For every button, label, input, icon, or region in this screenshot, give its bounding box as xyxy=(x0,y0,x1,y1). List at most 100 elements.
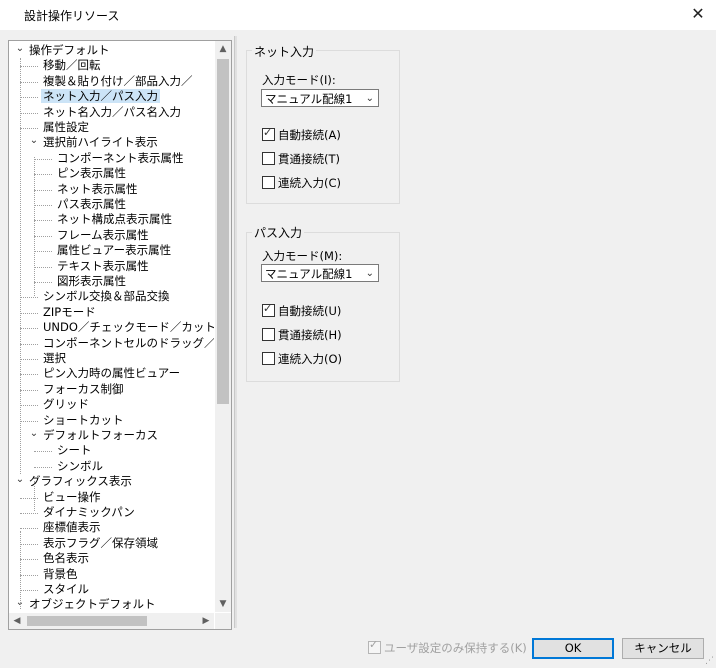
tree-item-label: デフォルトフォーカス xyxy=(43,428,158,442)
settings-tree[interactable]: 操作デフォルト ⌄ 移動／回転 複製＆貼り付け／部品入力／ ネット入力／パス入力 ネット名… xyxy=(8,40,232,630)
tree-item[interactable]: ピン表示属性 xyxy=(55,166,128,181)
path-check-auto-connect[interactable]: ✓ 自動接続(U) xyxy=(262,302,341,319)
title-bar: 設計操作リソース ✕ xyxy=(0,0,716,30)
path-check-through-connect[interactable]: 貫通接続(H) xyxy=(262,327,342,343)
tree-connector xyxy=(20,528,38,530)
tree-item[interactable]: グリッド xyxy=(41,397,91,412)
tree-connector xyxy=(34,282,52,283)
scroll-left-icon[interactable]: ◀ xyxy=(9,613,25,629)
tree-item[interactable]: デフォルトフォーカス xyxy=(41,428,160,443)
tree-connector xyxy=(34,235,52,237)
scroll-up-icon[interactable]: ▲ xyxy=(215,41,231,57)
resize-grip-icon[interactable]: ⋰ xyxy=(705,656,714,666)
tree-connector xyxy=(20,328,38,330)
tree-item[interactable]: 表示フラグ／保存領域 xyxy=(41,536,160,551)
checkbox-icon xyxy=(262,328,275,341)
tree-item[interactable]: ショートカット xyxy=(41,413,126,428)
tree-item-label: パス表示属性 xyxy=(57,197,126,211)
checkbox-icon xyxy=(262,152,275,165)
tree-item[interactable]: ピン入力時の属性ビュアー xyxy=(41,366,182,381)
horizontal-scroll-thumb[interactable] xyxy=(27,616,147,626)
checkbox-icon: ✓ xyxy=(262,302,275,317)
expand-chevron-icon[interactable]: ⌄ xyxy=(15,41,25,56)
tree-item[interactable]: 選択前ハイライト表示 xyxy=(41,135,160,150)
path-input-group-title: パス入力 xyxy=(252,224,305,241)
tree-item-label: テキスト表示属性 xyxy=(57,258,149,273)
tree-item[interactable]: スタイル xyxy=(41,582,91,597)
tree-item[interactable]: 移動／回転 xyxy=(41,58,103,73)
tree-connector xyxy=(20,312,38,314)
tree-item[interactable]: パス表示属性 xyxy=(55,197,128,212)
tree-item[interactable]: ビュー操作 xyxy=(41,490,103,505)
tree-item[interactable]: ネット構成点表示属性 xyxy=(55,212,174,227)
tree-item[interactable]: 複製＆貼り付け／部品入力／ xyxy=(41,74,195,89)
tree-item[interactable]: シンボル交換＆部品交換 xyxy=(41,289,172,304)
tree-item[interactable]: UNDO／チェックモード／カットバ xyxy=(41,320,214,335)
tree-item[interactable]: オブジェクトデフォルト xyxy=(27,597,158,612)
tree-item-label: フレーム表示属性 xyxy=(57,227,149,242)
tree-vertical-scrollbar[interactable]: ▲ ▼ xyxy=(215,41,231,612)
tree-item[interactable]: フォーカス制御 xyxy=(41,382,126,397)
tree-item[interactable]: テキスト表示属性 xyxy=(55,259,151,274)
tree-connector xyxy=(34,205,52,206)
net-check-through-connect[interactable]: 貫通接続(T) xyxy=(262,151,340,167)
tree-item[interactable]: 属性ビュアー表示属性 xyxy=(55,243,173,258)
tree-item[interactable]: 操作デフォルト xyxy=(27,43,112,58)
keep-user-settings-checkbox[interactable]: ✓ ユーザ設定のみ保持する(K) xyxy=(368,638,527,656)
net-check-continuous-input[interactable]: 連続入力(C) xyxy=(262,175,341,191)
tree-item[interactable]: ネット名入力／パス名入力 xyxy=(41,105,183,120)
tree-horizontal-scrollbar[interactable]: ◀ ▶ xyxy=(9,613,214,629)
tree-item-label: 図形表示属性 xyxy=(57,274,126,288)
path-check-continuous-input[interactable]: 連続入力(O) xyxy=(262,351,342,367)
tree-item-label: 複製＆貼り付け／部品入力／ xyxy=(43,73,193,88)
tree-item-label: グラフィックス表示 xyxy=(29,474,132,489)
tree-item[interactable]: シート xyxy=(55,443,94,458)
vertical-scroll-thumb[interactable] xyxy=(217,59,229,404)
tree-connector xyxy=(34,466,52,468)
net-mode-select[interactable]: マニュアル配線1 ⌄ xyxy=(261,89,379,107)
close-icon[interactable]: ✕ xyxy=(684,2,712,26)
tree-item-label: オブジェクトデフォルト xyxy=(29,597,156,612)
scroll-down-icon[interactable]: ▼ xyxy=(215,596,231,612)
expand-chevron-icon[interactable]: ⌄ xyxy=(29,426,39,441)
tree-item[interactable]: 図形表示属性 xyxy=(55,274,128,289)
tree-item[interactable]: 選択 xyxy=(41,351,68,366)
tree-item[interactable]: グラフィックス表示 xyxy=(27,474,134,489)
pane-divider[interactable] xyxy=(234,36,237,628)
tree-item[interactable]: ネット入力／パス入力 xyxy=(41,89,160,104)
net-check-auto-connect[interactable]: ✓ 自動接続(A) xyxy=(262,126,341,143)
tree-item[interactable]: 座標値表示 xyxy=(41,520,103,535)
tree-connector xyxy=(34,266,52,268)
tree-item-label: 背景色 xyxy=(43,566,78,581)
ok-button[interactable]: OK xyxy=(532,638,614,659)
tree-item[interactable]: フレーム表示属性 xyxy=(55,228,151,243)
tree-item[interactable]: ZIPモード xyxy=(41,305,98,320)
tree-item-label: 操作デフォルト xyxy=(29,43,110,57)
tree-item-label: グリッド xyxy=(43,397,89,412)
tree-item[interactable]: シンボル xyxy=(55,459,105,474)
path-mode-select[interactable]: マニュアル配線1 ⌄ xyxy=(261,264,379,282)
tree-item[interactable]: コンポーネント表示属性 xyxy=(55,151,186,166)
tree-connector xyxy=(20,81,38,83)
tree-connector xyxy=(34,189,52,191)
tree-item-label: コンポーネントセルのドラッグ／スト xyxy=(43,335,214,350)
tree-item-label: シンボル交換＆部品交換 xyxy=(43,289,170,304)
tree-connector xyxy=(20,590,38,591)
tree-item[interactable]: ネット表示属性 xyxy=(55,182,140,197)
expand-chevron-icon[interactable]: ⌄ xyxy=(29,133,39,148)
tree-item-label: 選択 xyxy=(43,351,66,365)
tree-item-label: ピン表示属性 xyxy=(57,166,126,181)
tree-item[interactable]: ダイナミックパン xyxy=(41,505,137,520)
scroll-right-icon[interactable]: ▶ xyxy=(198,613,214,629)
tree-connector xyxy=(20,497,38,499)
tree-connector xyxy=(34,481,35,511)
tree-item[interactable]: 属性設定 xyxy=(41,120,91,135)
tree-item[interactable]: 色名表示 xyxy=(41,551,91,566)
tree-item-label: 色名表示 xyxy=(43,551,89,566)
net-mode-value: マニュアル配線1 xyxy=(265,92,353,106)
cancel-button[interactable]: キャンセル xyxy=(622,638,704,659)
expand-chevron-icon[interactable]: ⌄ xyxy=(15,472,25,487)
tree-item[interactable]: 背景色 xyxy=(41,567,80,582)
net-input-group-title: ネット入力 xyxy=(252,43,317,60)
tree-item[interactable]: コンポーネントセルのドラッグ／スト xyxy=(41,336,214,351)
